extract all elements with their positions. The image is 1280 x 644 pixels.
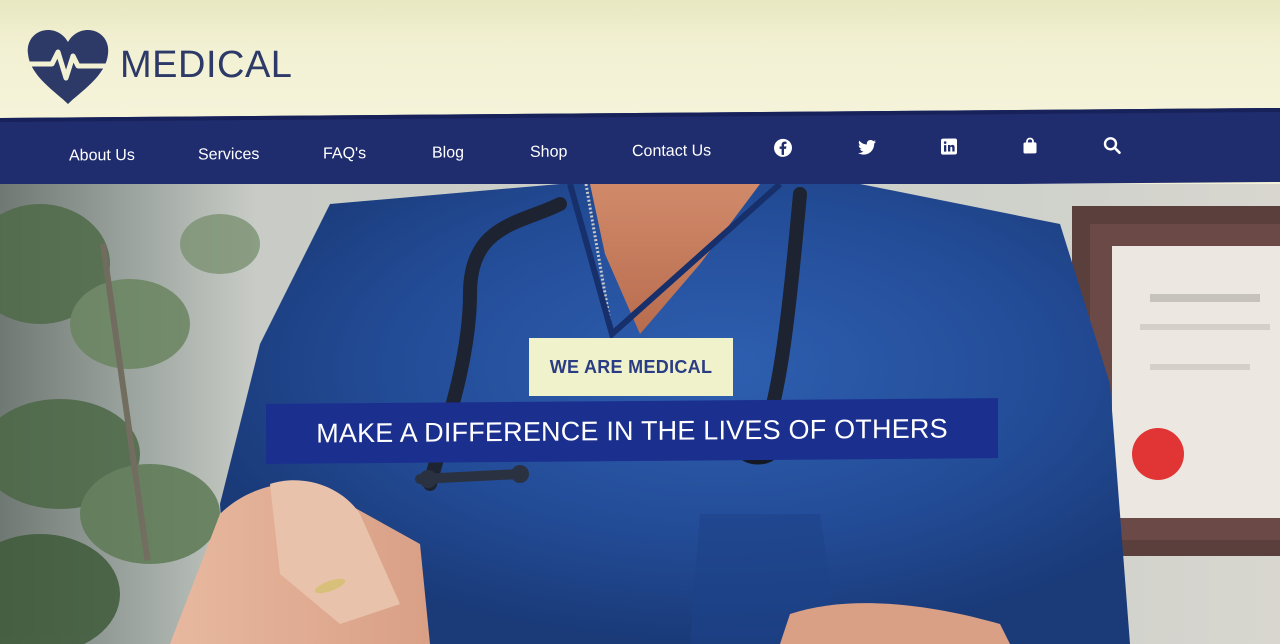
- nav-item-about-us[interactable]: About Us: [69, 147, 135, 166]
- linkedin-icon[interactable]: [939, 136, 959, 156]
- nav-item-shop[interactable]: Shop: [530, 144, 567, 162]
- page: MEDICAL About Us Services FAQ's Blog Sho…: [0, 0, 1280, 644]
- facebook-icon[interactable]: [773, 138, 793, 158]
- search-icon[interactable]: [1102, 135, 1122, 155]
- twitter-icon[interactable]: [857, 137, 877, 157]
- hero-headline: MAKE A DIFFERENCE IN THE LIVES OF OTHERS: [316, 413, 948, 448]
- nav-item-blog[interactable]: Blog: [432, 144, 464, 162]
- brand-name: MEDICAL: [120, 43, 293, 86]
- main-navigation: About Us Services FAQ's Blog Shop Contac…: [0, 107, 1280, 192]
- shopping-bag-icon[interactable]: [1020, 136, 1040, 156]
- nav-item-services[interactable]: Services: [198, 146, 259, 164]
- hero-tagline: WE ARE MEDICAL: [549, 356, 713, 377]
- hero-headline-box: MAKE A DIFFERENCE IN THE LIVES OF OTHERS: [266, 398, 998, 464]
- nav-item-faqs[interactable]: FAQ's: [323, 145, 366, 163]
- nav-item-contact-us[interactable]: Contact Us: [632, 142, 711, 161]
- site-header: MEDICAL: [0, 0, 1280, 124]
- heart-pulse-icon: [26, 30, 110, 104]
- hero-tagline-box: WE ARE MEDICAL: [529, 338, 733, 396]
- hero-banner: WE ARE MEDICAL MAKE A DIFFERENCE IN THE …: [0, 184, 1280, 644]
- site-logo[interactable]: MEDICAL: [26, 30, 292, 106]
